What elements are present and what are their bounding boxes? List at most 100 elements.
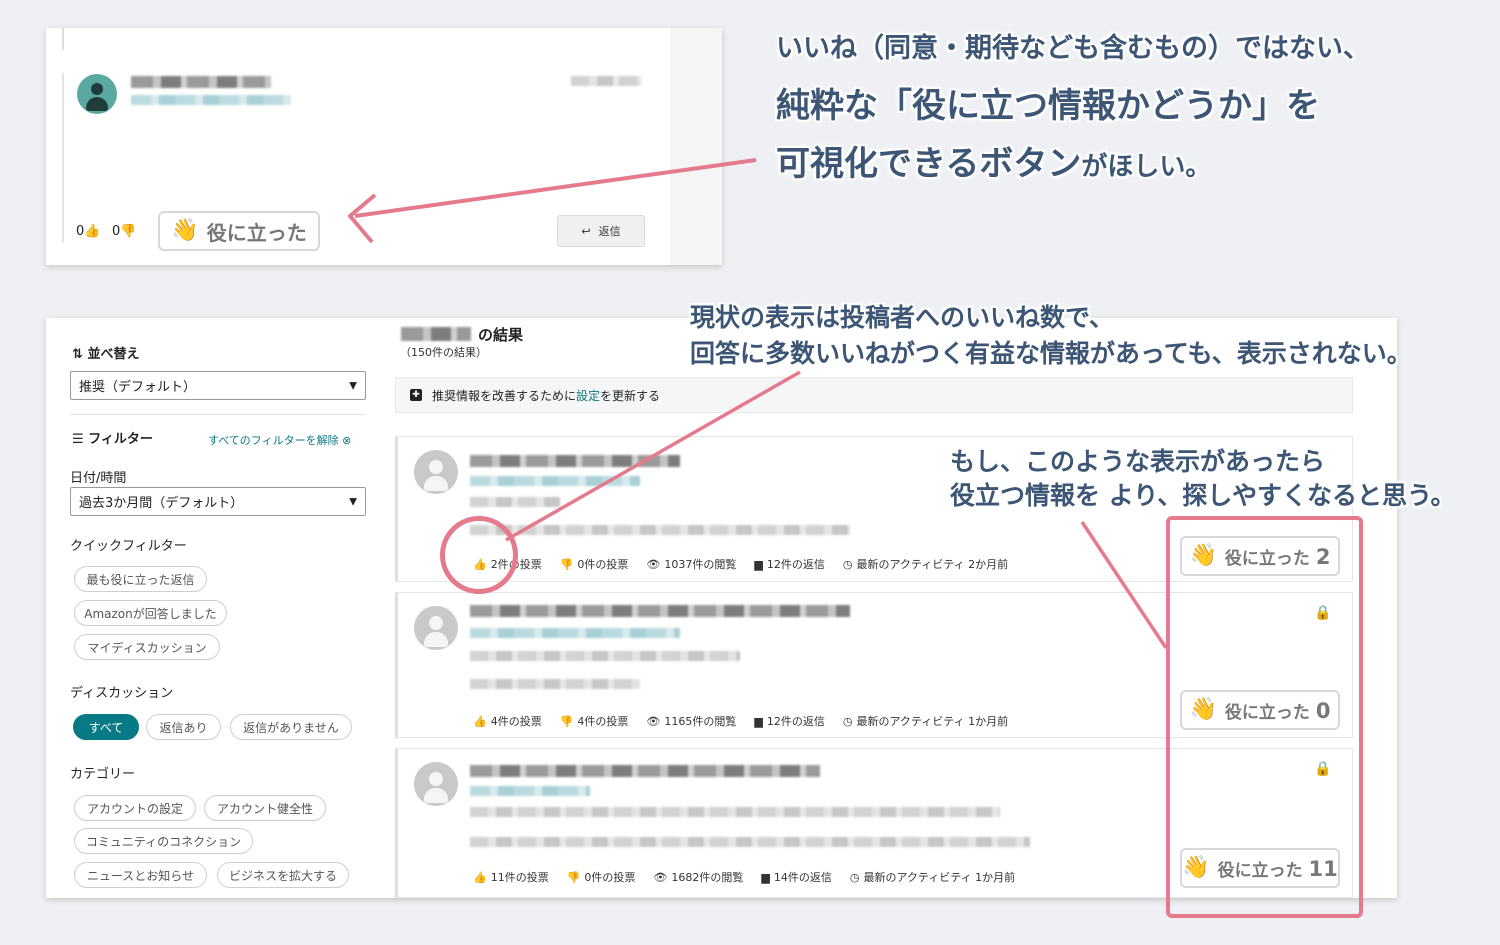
sort-label: 並べ替え <box>87 347 140 362</box>
replies-text: 14件の返信 <box>773 871 832 884</box>
activity-text: 最新のアクティビティ 2か月前 <box>856 558 1009 571</box>
blurred-excerpt <box>470 807 1000 817</box>
thumbs-down-icon: 👎 <box>120 224 137 239</box>
callout-1-line-3: 可視化できるボタンがほしい。 <box>776 136 1211 185</box>
views-text: 1682件の閲覧 <box>671 871 744 884</box>
reply-button[interactable]: ↩ 返信 <box>557 215 645 247</box>
quick-filter-my-discussions[interactable]: マイディスカッション <box>74 634 220 660</box>
category-community-connection[interactable]: コミュニティのコネクション <box>74 828 253 854</box>
category-account-settings[interactable]: アカウントの設定 <box>74 795 196 821</box>
date-value: 過去3か月間（デフォルト） <box>79 496 244 511</box>
activity-text: 最新のアクティビティ 1か月前 <box>856 715 1009 728</box>
upvote-stat[interactable]: 👍 4件の投票 <box>473 713 542 729</box>
views-stat: 👁 1165件の閲覧 <box>646 713 736 729</box>
highlight-circle <box>440 516 518 594</box>
blurred-title <box>470 605 850 617</box>
quick-filter-most-helpful[interactable]: 最も役に立った返信 <box>74 566 207 592</box>
sort-select[interactable]: 推奨（デフォルト） ▼ <box>70 371 366 400</box>
settings-icon: ✚ <box>410 389 422 401</box>
clock-icon: ◷ <box>849 870 860 884</box>
panel-strip <box>670 28 722 265</box>
blurred-meta <box>131 95 291 105</box>
banner-settings-link[interactable]: 設定 <box>576 389 600 403</box>
thread-line <box>62 28 64 50</box>
banner-prefix: 推奨情報を改善するために <box>432 388 577 403</box>
blurred-author <box>470 476 640 486</box>
category-news[interactable]: ニュースとお知らせ <box>74 862 207 888</box>
avatar <box>414 606 458 650</box>
thumbs-down-icon: 👎 <box>559 557 574 571</box>
callout-2-line-2: 回答に多数いいねがつく有益な情報があっても、表示されない。 <box>690 339 1412 368</box>
clock-icon: ◷ <box>842 557 853 571</box>
callout-2-line-1: 現状の表示は投稿者へのいいね数で、 <box>690 303 1115 332</box>
comment-icon: ▆ <box>754 557 763 571</box>
blurred-date <box>571 76 641 86</box>
post-stats: 👍 4件の投票 👎 4件の投票 👁 1165件の閲覧 ▆ 12件の返信 ◷ 最新のアクティ… <box>473 713 1008 729</box>
filter-label: フィルター <box>88 432 153 447</box>
recommendation-banner: ✚ 推奨情報を改善するために設定を更新する <box>395 377 1353 413</box>
discussion-filter-replied[interactable]: 返信あり <box>146 714 221 740</box>
filter-heading: ☰ フィルター <box>72 428 153 447</box>
eye-icon: 👁 <box>646 714 661 728</box>
reply-card-mockup: 0👍 0👎 👋 役に立った ↩ 返信 <box>46 28 722 265</box>
callout-1-tail: がほしい。 <box>1081 152 1212 182</box>
banner-suffix: を更新する <box>600 388 661 403</box>
helpful-button[interactable]: 👋 役に立った <box>158 211 320 251</box>
chevron-down-icon: ▼ <box>349 380 357 391</box>
clear-filters-label: すべてのフィルターを解除 <box>208 434 339 447</box>
eye-icon: 👁 <box>646 557 661 571</box>
views-text: 1037件の閲覧 <box>664 558 737 571</box>
post-stats: 👍 2件の投票 👎 0件の投票 👁 1037件の閲覧 ▆ 12件の返信 ◷ 最新のアクティ… <box>473 556 1008 572</box>
blurred-author <box>470 786 590 796</box>
callout-1-emphasis: 可視化できるボタン <box>776 144 1082 184</box>
reply-arrow-icon: ↩ <box>581 224 591 238</box>
post-stats: 👍 11件の投票 👎 0件の投票 👁 1682件の閲覧 ▆ 14件の返信 ◷ 最新のアクテ… <box>473 869 1015 885</box>
avatar <box>77 74 117 114</box>
blurred-title <box>470 455 680 467</box>
blurred-author <box>470 628 680 638</box>
close-circle-icon: ⊗ <box>342 434 352 447</box>
comment-icon: ▆ <box>754 714 763 728</box>
blurred-date <box>470 651 740 661</box>
quick-filter-amazon-answered[interactable]: Amazonが回答しました <box>74 600 227 626</box>
callout-1-line-2: 純粋な「役に立つ情報かどうか」を <box>776 86 1320 126</box>
date-select[interactable]: 過去3か月間（デフォルト） ▼ <box>70 487 366 516</box>
filter-icon: ☰ <box>72 432 84 447</box>
blurred-excerpt <box>470 525 850 535</box>
category-grow-business[interactable]: ビジネスを拡大する <box>217 862 349 888</box>
downvote-stat[interactable]: 👎 4件の投票 <box>560 713 629 729</box>
views-stat: 👁 1682件の閲覧 <box>653 869 743 885</box>
callout-3-line-1: もし、このような表示があったら <box>950 447 1326 476</box>
thumbs-up-icon: 👍 <box>84 224 101 239</box>
thumbs-up-icon: 👍 <box>473 870 487 884</box>
activity-stat: ◷ 最新のアクティビティ 2か月前 <box>843 556 1008 572</box>
upvote-count[interactable]: 0👍 <box>76 224 100 239</box>
category-account-health[interactable]: アカウント健全性 <box>204 795 326 821</box>
downvote-text: 4件の投票 <box>577 715 629 728</box>
discussion-filter-unreplied[interactable]: 返信がありません <box>230 714 352 740</box>
replies-text: 12件の返信 <box>766 715 825 728</box>
sort-icon: ⇅ <box>72 347 83 362</box>
downvote-stat[interactable]: 👎 0件の投票 <box>567 869 636 885</box>
clear-filters-link[interactable]: すべてのフィルターを解除 ⊗ <box>208 432 351 448</box>
thumbs-up-icon: 👍 <box>473 714 487 728</box>
downvote-stat[interactable]: 👎 0件の投票 <box>560 556 629 572</box>
downvote-count[interactable]: 0👎 <box>112 224 136 239</box>
thumbs-down-icon: 👎 <box>559 714 574 728</box>
replies-stat: ▆ 14件の返信 <box>761 869 831 885</box>
discussion-filter-all[interactable]: すべて <box>73 714 139 740</box>
sort-heading: ⇅ 並べ替え <box>72 343 139 362</box>
views-text: 1165件の閲覧 <box>664 715 737 728</box>
sort-value: 推奨（デフォルト） <box>79 380 197 395</box>
avatar <box>414 450 458 494</box>
blurred-excerpt <box>470 837 1030 847</box>
avatar <box>414 762 458 806</box>
upvote-stat[interactable]: 👍 11件の投票 <box>473 869 549 885</box>
eye-icon: 👁 <box>653 870 668 884</box>
clock-icon: ◷ <box>842 714 853 728</box>
comment-icon: ▆ <box>761 870 770 884</box>
thumbs-down-icon: 👎 <box>566 870 581 884</box>
quick-filter-heading: クイックフィルター <box>70 539 187 554</box>
activity-stat: ◷ 最新のアクティビティ 1か月前 <box>843 713 1008 729</box>
downvote-text: 0件の投票 <box>577 558 629 571</box>
